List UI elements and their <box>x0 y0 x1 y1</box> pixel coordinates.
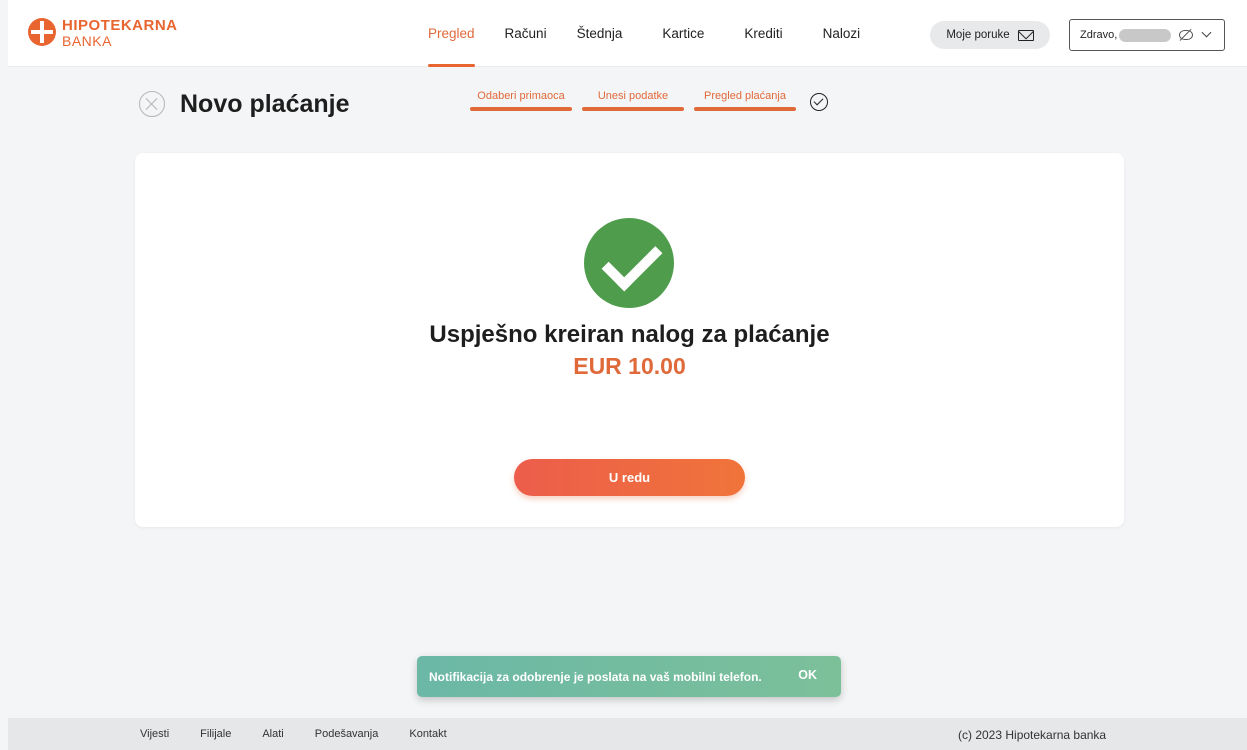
page-title: Novo plaćanje <box>180 90 350 118</box>
user-menu[interactable]: Zdravo, <box>1069 19 1225 51</box>
payment-amount: EUR 10.00 <box>573 353 686 379</box>
step-complete-check-icon <box>810 93 828 111</box>
footer-link-alati[interactable]: Alati <box>262 728 283 740</box>
success-title: Uspješno kreiran nalog za plaćanje <box>429 321 830 348</box>
stepper: Odaberi primaoca Unesi podatke Pregled p… <box>470 90 796 111</box>
step-bar <box>694 107 796 111</box>
footer-link-vijesti[interactable]: Vijesti <box>140 728 169 740</box>
copyright: (c) 2023 Hipotekarna banka <box>958 728 1107 742</box>
bank-logo[interactable]: HIPOTEKARNA BANKA <box>28 18 178 48</box>
step-label: Unesi podatke <box>597 90 669 102</box>
nav-item-stednja[interactable]: Štednja <box>577 0 623 67</box>
footer-link-kontakt[interactable]: Kontakt <box>409 728 446 740</box>
main-nav: Pregled Računi Štednja Kartice Krediti N… <box>420 0 860 67</box>
step-1[interactable]: Odaberi primaoca <box>470 90 572 111</box>
step-bar <box>582 107 684 111</box>
success-check-icon <box>584 218 674 308</box>
result-card: Uspješno kreiran nalog za plaćanje EUR 1… <box>135 153 1124 527</box>
nav-item-krediti[interactable]: Krediti <box>744 0 782 67</box>
footer: Vijesti Filijale Alati Podešavanja Konta… <box>8 718 1247 750</box>
nav-item-pregled[interactable]: Pregled <box>428 0 475 67</box>
close-icon[interactable] <box>139 91 165 117</box>
greeting-label: Zdravo, <box>1080 29 1118 41</box>
footer-link-podesavanja[interactable]: Podešavanja <box>315 728 379 740</box>
footer-link-filijale[interactable]: Filijale <box>200 728 231 740</box>
nav-item-nalozi[interactable]: Nalozi <box>823 0 861 67</box>
toast-message: Notifikacija za odobrenje je poslata na … <box>429 669 762 684</box>
step-2[interactable]: Unesi podatke <box>582 90 684 111</box>
logo-line-2: BANKA <box>62 33 112 49</box>
step-bar <box>470 107 572 111</box>
top-header: HIPOTEKARNA BANKA Pregled Računi Štednja… <box>8 0 1247 67</box>
hidden-username <box>1119 28 1172 42</box>
messages-label: Moje poruke <box>946 29 1010 41</box>
messages-button[interactable]: Moje poruke <box>930 21 1050 49</box>
chevron-down-icon[interactable] <box>1201 27 1212 38</box>
u-redu-button[interactable]: U redu <box>514 459 745 496</box>
step-label: Pregled plaćanja <box>704 90 786 102</box>
nav-item-racuni[interactable]: Računi <box>505 0 547 67</box>
footer-links: Vijesti Filijale Alati Podešavanja Konta… <box>140 728 478 740</box>
toast-ok-button[interactable]: OK <box>798 668 817 682</box>
step-3[interactable]: Pregled plaćanja <box>694 90 796 111</box>
nav-item-kartice[interactable]: Kartice <box>662 0 704 67</box>
eye-off-icon[interactable] <box>1179 30 1194 40</box>
envelope-icon <box>1017 29 1034 41</box>
step-label: Odaberi primaoca <box>477 90 565 102</box>
logo-line-1: HIPOTEKARNA <box>62 17 178 34</box>
notification-toast: Notifikacija za odobrenje je poslata na … <box>417 656 841 697</box>
logo-mark-icon <box>28 18 56 46</box>
